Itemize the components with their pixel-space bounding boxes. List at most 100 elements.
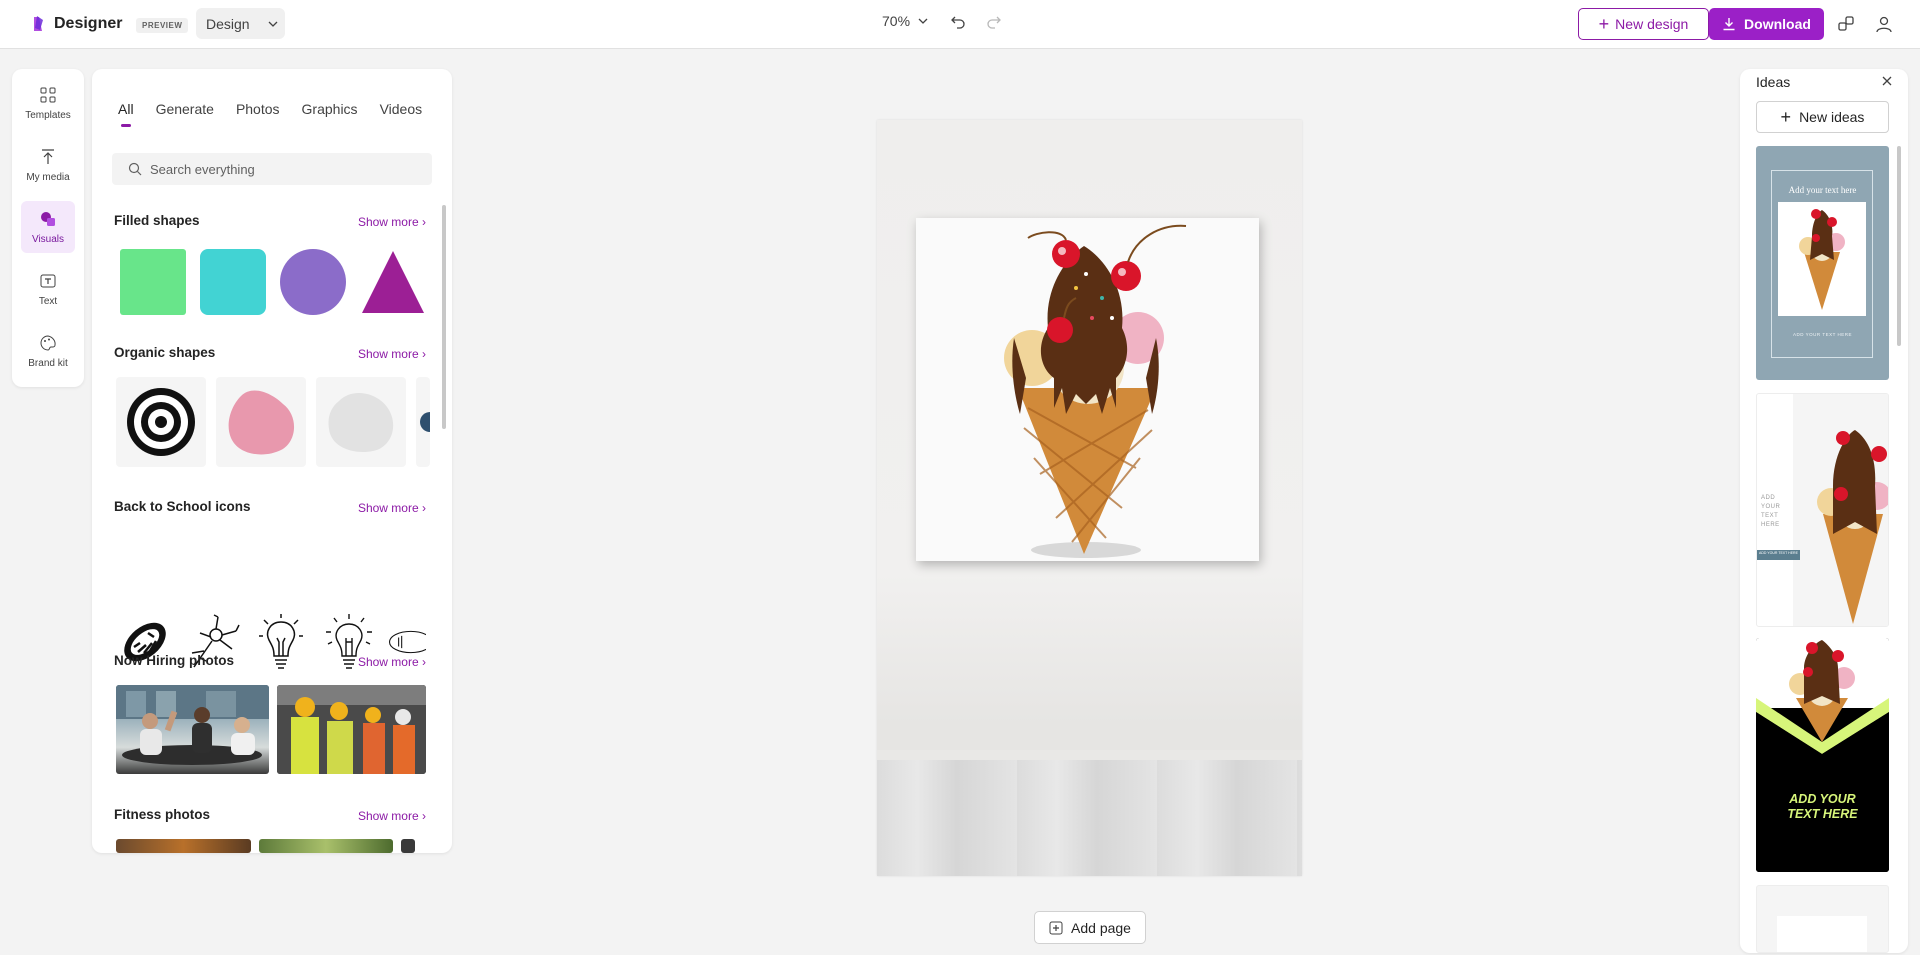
purple-circle-shape[interactable] <box>280 249 346 315</box>
download-icon <box>1723 18 1735 31</box>
fitness-photos-row <box>116 839 415 853</box>
new-ideas-label: New ideas <box>1799 109 1865 125</box>
ideas-title: Ideas <box>1756 74 1791 90</box>
templates-icon <box>40 87 56 102</box>
idea-card-1-footer: ADD YOUR TEXT HERE <box>1792 332 1852 337</box>
filled-shapes-row <box>120 249 426 315</box>
mode-label: Design <box>206 15 250 32</box>
idea-card-2-line: ADD <box>1761 495 1776 501</box>
ideas-scrollbar[interactable] <box>1897 146 1901 346</box>
show-more-link[interactable]: Show more › <box>358 501 426 515</box>
pink-blob-shape[interactable] <box>216 377 306 467</box>
show-more-label: Show more <box>357 215 419 229</box>
idea-card-2-line: YOUR <box>1761 504 1781 510</box>
show-more-link[interactable]: Show more › <box>358 215 426 229</box>
panel-scrollbar[interactable] <box>442 205 446 429</box>
show-more-label: Show more <box>357 501 419 515</box>
partial-shape-tile[interactable] <box>416 377 430 467</box>
idea-card-2-text: ADD YOUR TEXT HERE <box>1761 494 1780 530</box>
design-page[interactable] <box>877 120 1302 876</box>
add-page-label: Add page <box>1071 919 1131 936</box>
tab-photos[interactable]: Photos <box>236 101 280 127</box>
account-icon[interactable] <box>1874 14 1894 34</box>
mode-dropdown[interactable]: Design <box>196 8 285 39</box>
section-title: Now Hiring photos <box>114 653 234 668</box>
lightbulb-icon[interactable] <box>252 609 310 675</box>
new-ideas-button[interactable]: + New ideas <box>1756 101 1889 133</box>
tab-videos[interactable]: Videos <box>380 101 423 127</box>
idea-card-2-line: TEXT <box>1761 513 1779 519</box>
search-icon <box>128 162 142 176</box>
tab-graphics[interactable]: Graphics <box>302 101 358 127</box>
tab-generate[interactable]: Generate <box>156 101 214 127</box>
nav-label: Visuals <box>31 233 65 245</box>
preview-badge: PREVIEW <box>136 18 189 33</box>
palette-icon <box>40 334 56 351</box>
download-button[interactable]: Download <box>1709 8 1824 40</box>
download-label: Download <box>1744 16 1811 32</box>
redo-icon[interactable] <box>986 14 1002 30</box>
teal-rounded-square-shape[interactable] <box>200 249 266 315</box>
idea-card-2[interactable]: ADD YOUR TEXT HERE ADD YOUR TEXT HERE <box>1756 393 1889 627</box>
close-icon[interactable] <box>1880 74 1894 88</box>
organic-shapes-row <box>116 377 430 467</box>
section-title: Back to School icons <box>114 499 251 514</box>
fitness-photo-2[interactable] <box>259 839 393 853</box>
add-page-icon <box>1049 921 1063 934</box>
idea-card-1-headline: Add your text here <box>1788 185 1857 195</box>
nav-brand-kit[interactable]: Brand kit <box>21 325 75 377</box>
left-nav: Templates My media Visuals Text Brand ki… <box>12 69 84 387</box>
nav-label: Brand kit <box>28 357 68 369</box>
green-square-shape[interactable] <box>120 249 186 315</box>
brand[interactable]: Designer <box>28 14 122 34</box>
section-title: Fitness photos <box>114 807 211 822</box>
add-page-button[interactable]: Add page <box>1034 911 1146 944</box>
asset-panel: All Generate Photos Graphics Videos Sear… <box>92 69 452 853</box>
section-title: Organic shapes <box>114 345 216 360</box>
share-icon[interactable] <box>1836 14 1856 34</box>
idea-card-1[interactable]: Add your text here ADD YOUR TEXT HERE <box>1756 146 1889 380</box>
idea-card-3-line: TEXT HERE <box>1787 807 1858 821</box>
idea-card-4[interactable] <box>1756 885 1889 953</box>
show-more-link[interactable]: Show more › <box>358 655 426 669</box>
show-more-link[interactable]: Show more › <box>358 347 426 361</box>
fitness-photo-1[interactable] <box>116 839 251 853</box>
wall-baseboard <box>877 750 1302 760</box>
idea-card-3-image <box>1756 638 1889 872</box>
ice-cream-poster[interactable] <box>916 218 1259 561</box>
idea-card-2-line: HERE <box>1761 522 1780 528</box>
office-team-photo[interactable] <box>116 685 269 774</box>
show-more-link[interactable]: Show more › <box>358 809 426 823</box>
show-more-label: Show more <box>357 655 419 669</box>
new-design-button[interactable]: + New design <box>1578 8 1709 40</box>
brand-name: Designer <box>54 15 123 32</box>
idea-card-2-badge: ADD YOUR TEXT HERE <box>1757 550 1800 560</box>
plus-icon: + <box>1780 107 1792 127</box>
section-title: Filled shapes <box>114 213 200 228</box>
idea-card-3-line: ADD YOUR <box>1789 792 1856 806</box>
new-design-label: New design <box>1615 16 1689 32</box>
nav-visuals[interactable]: Visuals <box>21 201 75 253</box>
idea-card-3[interactable]: ADD YOUR TEXT HERE <box>1756 638 1889 872</box>
target-rings-shape[interactable] <box>116 377 206 467</box>
magenta-triangle-shape[interactable] <box>360 249 426 315</box>
search-placeholder: Search everything <box>150 161 255 177</box>
construction-workers-photo[interactable] <box>277 685 426 774</box>
nav-my-media[interactable]: My media <box>21 139 75 191</box>
chevron-down-icon <box>918 18 928 24</box>
grey-blob-shape[interactable] <box>316 377 406 467</box>
nav-templates[interactable]: Templates <box>21 77 75 129</box>
ideas-panel: Ideas + New ideas Add your text here ADD… <box>1740 69 1908 953</box>
zoom-dropdown[interactable]: 70% <box>882 13 928 29</box>
top-bar: Designer PREVIEW Design 70% + New design… <box>0 0 1920 49</box>
visuals-icon <box>41 211 55 226</box>
plus-icon: + <box>1598 14 1610 34</box>
undo-icon[interactable] <box>950 14 966 30</box>
fitness-photo-3[interactable] <box>401 839 415 853</box>
tab-all[interactable]: All <box>118 101 134 127</box>
show-more-label: Show more <box>357 347 419 361</box>
text-icon <box>40 274 56 287</box>
nav-text[interactable]: Text <box>21 263 75 315</box>
search-input[interactable]: Search everything <box>112 153 432 185</box>
panel-tabs: All Generate Photos Graphics Videos <box>118 101 422 127</box>
